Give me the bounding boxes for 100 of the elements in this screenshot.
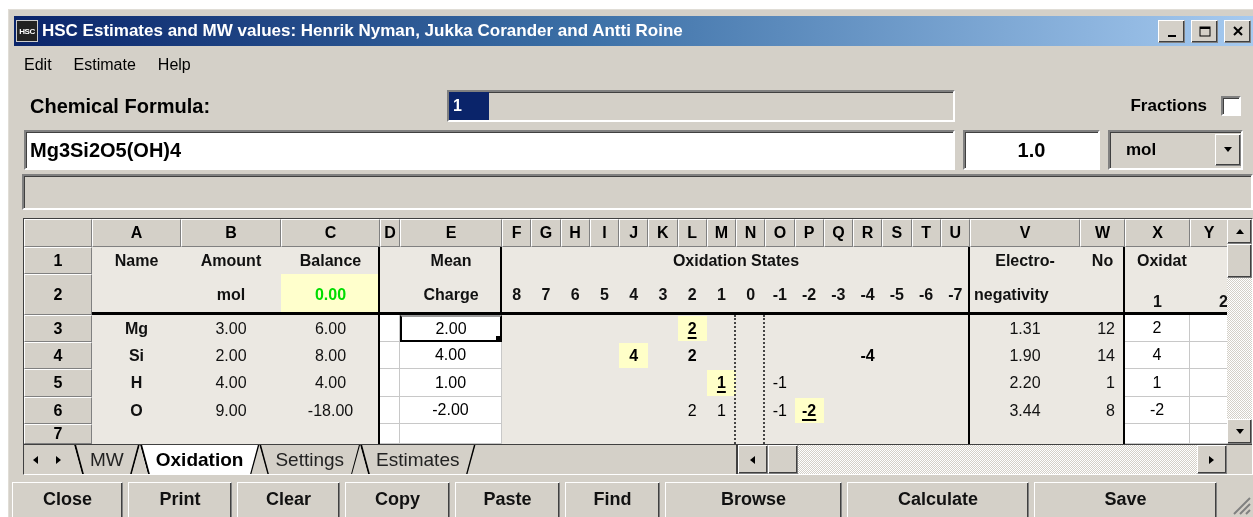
column-header[interactable]: B (181, 219, 281, 247)
column-header[interactable]: K (648, 219, 678, 247)
toolbar-button[interactable]: Save (1034, 482, 1217, 517)
column-heading: 7 (540, 284, 552, 305)
column-header[interactable]: Q (823, 219, 853, 247)
table-cell[interactable]: 2.00 (400, 315, 502, 342)
checkbox-label: Fractions (1130, 96, 1207, 116)
toolbar-button[interactable]: Browse (665, 482, 842, 517)
column-heading: -4 (859, 284, 876, 305)
oxidation-state-cell-text: -4 (859, 345, 876, 366)
oxidation-state-cell: -2 (794, 398, 824, 423)
column-header[interactable]: H (560, 219, 590, 247)
table-cell-text: Si (127, 345, 146, 366)
formula-field[interactable]: Mg3Si2O5(OH)4 (24, 130, 955, 170)
table-cell-text: -18.00 (306, 400, 355, 421)
row-header[interactable]: 1 (24, 247, 92, 274)
column-header[interactable]: N (736, 219, 766, 247)
column-heading: -1 (771, 284, 788, 305)
row-header[interactable]: 3 (24, 315, 92, 342)
scroll-left-icon (748, 454, 758, 465)
table-cell-text: 9.00 (214, 400, 248, 421)
maximize-button[interactable] (1191, 19, 1218, 43)
oxidation-state-cell-text: -1 (771, 373, 788, 393)
column-heading: Name (113, 250, 160, 271)
toolbar-button[interactable]: Calculate (847, 482, 1029, 517)
oxidation-state-cell: 4 (619, 343, 649, 368)
fractions-checkbox[interactable] (1221, 96, 1241, 116)
column-header[interactable]: T (911, 219, 941, 247)
column-header[interactable]: F (502, 219, 532, 247)
minimize-button[interactable] (1158, 19, 1185, 43)
column-heading: Electro- (994, 250, 1056, 271)
table-cell-text: 8.00 (313, 345, 348, 366)
row-header[interactable]: 7 (24, 424, 92, 444)
row-header[interactable]: 6 (24, 397, 92, 424)
toolbar-button[interactable]: Clear (237, 482, 340, 517)
column-heading: 6 (569, 284, 581, 305)
column-heading: Balance (298, 250, 363, 271)
horizontal-scrollbar[interactable] (738, 445, 1227, 474)
table-cell[interactable]: -2.00 (400, 397, 502, 424)
amount-field[interactable]: 1.0 (963, 130, 1100, 170)
unit-dropdown[interactable]: mol (1108, 130, 1243, 170)
sheet-tab[interactable]: Oxidation (139, 445, 260, 474)
table-cell-text: 12 (1096, 318, 1116, 339)
column-header[interactable]: P (794, 219, 824, 247)
column-header[interactable]: J (619, 219, 649, 247)
scroll-thumb[interactable] (768, 445, 798, 474)
table-cell-text: 4.00 (214, 373, 248, 393)
column-header[interactable]: I (589, 219, 619, 247)
column-header[interactable]: O (765, 219, 795, 247)
column-header[interactable]: U (940, 219, 970, 247)
column-heading: Mean (429, 250, 473, 271)
toolbar-button[interactable]: Paste (455, 482, 560, 517)
close-button[interactable] (1224, 19, 1251, 43)
oxidation-state-cell-text: 2 (686, 400, 698, 421)
menu-item[interactable]: Estimate (73, 56, 136, 74)
row-header[interactable]: 4 (24, 342, 92, 369)
scroll-thumb[interactable] (1227, 244, 1252, 278)
oxidation-state-cell-text: 1 (715, 400, 727, 421)
toolbar-button[interactable]: Find (565, 482, 660, 517)
column-header[interactable]: S (882, 219, 912, 247)
column-heading: negativity (973, 284, 1050, 305)
table-cell-text: 3.44 (1008, 400, 1042, 421)
row-header[interactable]: 5 (24, 369, 92, 397)
column-header[interactable]: L (677, 219, 707, 247)
column-header[interactable]: Y (1190, 219, 1227, 247)
oxidation-state-cell-text: 2 (686, 345, 698, 366)
table-cell-text: 8 (1105, 400, 1116, 421)
column-header[interactable]: M (706, 219, 736, 247)
column-header[interactable]: D (380, 219, 400, 247)
toolbar-button[interactable]: Copy (345, 482, 450, 517)
maximize-icon (1198, 25, 1211, 37)
table-cell-text: 1 (1105, 373, 1116, 393)
oxidation-state-cell: 1 (706, 370, 736, 396)
column-heading: -7 (947, 284, 964, 305)
table-cell[interactable]: 1.00 (400, 369, 502, 397)
column-heading: No (1090, 250, 1115, 271)
column-header[interactable]: A (92, 219, 181, 247)
table-cell-text: H (129, 373, 144, 393)
table-cell-text: 14 (1096, 345, 1116, 366)
toolbar-button[interactable]: Close (12, 482, 123, 517)
column-heading: -6 (918, 284, 935, 305)
table-cell[interactable]: 4.00 (400, 342, 502, 369)
column-heading: 2 (1218, 292, 1227, 312)
menu-item[interactable]: Edit (24, 56, 52, 74)
table-cell (380, 369, 400, 397)
toolbar-button[interactable]: Print (128, 482, 232, 517)
column-header[interactable]: W (1080, 219, 1125, 247)
row-header[interactable]: 2 (24, 274, 92, 315)
menu-item[interactable]: Help (157, 56, 191, 74)
column-header[interactable]: R (853, 219, 883, 247)
sheet-tab[interactable]: Settings (259, 445, 361, 474)
column-header[interactable]: X (1125, 219, 1190, 247)
column-header[interactable]: C (281, 219, 380, 247)
sheet-tab[interactable]: MW (74, 445, 140, 474)
column-header[interactable]: G (531, 219, 561, 247)
column-header[interactable]: E (400, 219, 502, 247)
sheet-tab[interactable]: Estimates (360, 445, 476, 474)
progress-fill: 1 (449, 92, 490, 120)
vertical-scrollbar[interactable] (1227, 219, 1252, 444)
column-header[interactable]: V (970, 219, 1080, 247)
